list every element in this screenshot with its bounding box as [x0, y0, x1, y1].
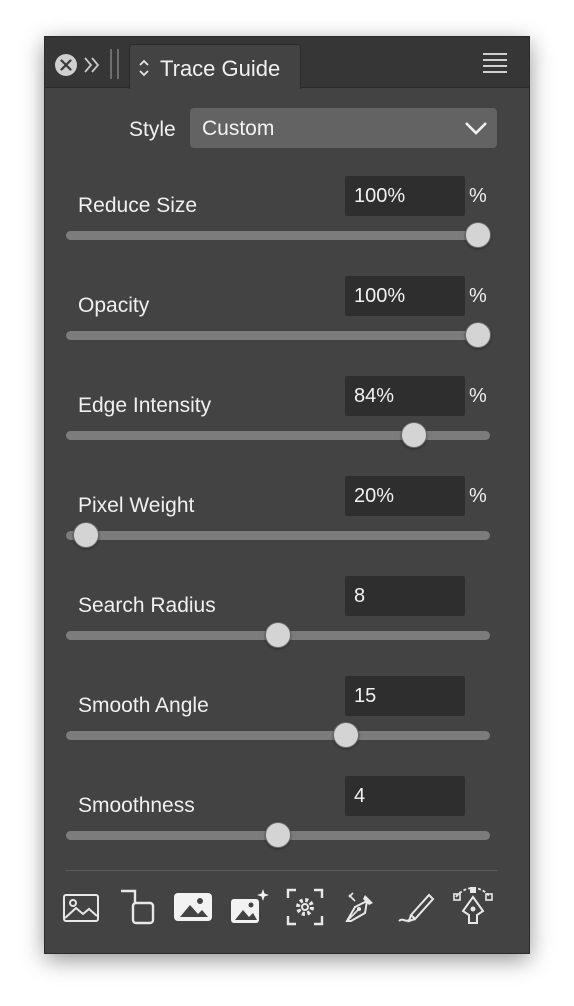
- smoothness-input[interactable]: 4: [345, 776, 465, 816]
- edge-intensity-slider-thumb[interactable]: [401, 422, 427, 448]
- reduce-size-slider-thumb[interactable]: [465, 222, 491, 248]
- field-value: 8: [354, 585, 366, 607]
- style-dropdown[interactable]: Custom: [190, 108, 497, 148]
- focus-settings-icon[interactable]: [285, 887, 325, 927]
- field-value: 84%: [354, 385, 395, 407]
- pen-stroke-icon[interactable]: [397, 887, 437, 927]
- control-label: Pixel Weight: [78, 494, 195, 517]
- pen-nib-icon[interactable]: [341, 887, 381, 927]
- toolbar-divider: [66, 870, 498, 871]
- pen-node-icon[interactable]: [453, 887, 493, 927]
- control-edge-intensity: Edge Intensity 84% %: [45, 376, 529, 476]
- unit-label: %: [469, 385, 487, 407]
- opacity-input[interactable]: 100%: [345, 276, 465, 316]
- panel-menu-icon[interactable]: [481, 51, 509, 75]
- control-search-radius: Search Radius 8: [45, 576, 529, 676]
- pixel-weight-slider-thumb[interactable]: [73, 522, 99, 548]
- tab-trace-guide[interactable]: Trace Guide: [129, 44, 301, 89]
- bottom-toolbar: [45, 887, 529, 931]
- control-label: Opacity: [78, 294, 150, 317]
- control-pixel-weight: Pixel Weight 20% %: [45, 476, 529, 576]
- field-value: 15: [354, 685, 377, 707]
- unit-label: %: [469, 485, 487, 507]
- control-label: Search Radius: [78, 594, 216, 617]
- crop-frame-icon[interactable]: [117, 887, 157, 927]
- reduce-size-slider-track[interactable]: [66, 231, 490, 240]
- reduce-size-input[interactable]: 100%: [345, 176, 465, 216]
- tab-reorder-icon: [138, 58, 150, 78]
- field-value: 20%: [354, 485, 395, 507]
- unit-label: %: [469, 185, 487, 207]
- control-label: Reduce Size: [78, 194, 198, 217]
- trace-guide-panel: Trace Guide Style Custom Reduce Size 100…: [45, 37, 529, 953]
- image-filled-icon[interactable]: [173, 887, 213, 927]
- search-radius-slider-thumb[interactable]: [265, 622, 291, 648]
- panel-grip-handle[interactable]: [108, 49, 122, 79]
- tab-label: Trace Guide: [160, 56, 281, 81]
- opacity-slider-track[interactable]: [66, 331, 490, 340]
- style-label: Style: [129, 118, 176, 141]
- close-icon[interactable]: [55, 54, 77, 76]
- image-icon[interactable]: [61, 887, 101, 927]
- control-smoothness: Smoothness 4: [45, 776, 529, 876]
- opacity-slider-thumb[interactable]: [465, 322, 491, 348]
- image-sparkle-icon[interactable]: [229, 887, 269, 927]
- smooth-angle-slider-track[interactable]: [66, 731, 490, 740]
- control-label: Smooth Angle: [78, 694, 209, 717]
- panel-titlebar: Trace Guide: [45, 37, 529, 89]
- unit-label: %: [469, 285, 487, 307]
- edge-intensity-input[interactable]: 84%: [345, 376, 465, 416]
- search-radius-input[interactable]: 8: [345, 576, 465, 616]
- pixel-weight-input[interactable]: 20%: [345, 476, 465, 516]
- control-smooth-angle: Smooth Angle 15: [45, 676, 529, 776]
- control-label: Edge Intensity: [78, 394, 212, 417]
- style-dropdown-value: Custom: [202, 117, 275, 140]
- control-opacity: Opacity 100% %: [45, 276, 529, 376]
- smoothness-slider-thumb[interactable]: [265, 822, 291, 848]
- pixel-weight-slider-track[interactable]: [66, 531, 490, 540]
- collapse-panel-icon[interactable]: [83, 54, 101, 76]
- field-value: 4: [354, 785, 366, 807]
- control-reduce-size: Reduce Size 100% %: [45, 176, 529, 276]
- smooth-angle-slider-thumb[interactable]: [333, 722, 359, 748]
- field-value: 100%: [354, 185, 406, 207]
- control-label: Smoothness: [78, 794, 195, 817]
- field-value: 100%: [354, 285, 406, 307]
- chevron-down-icon: [465, 122, 487, 135]
- smooth-angle-input[interactable]: 15: [345, 676, 465, 716]
